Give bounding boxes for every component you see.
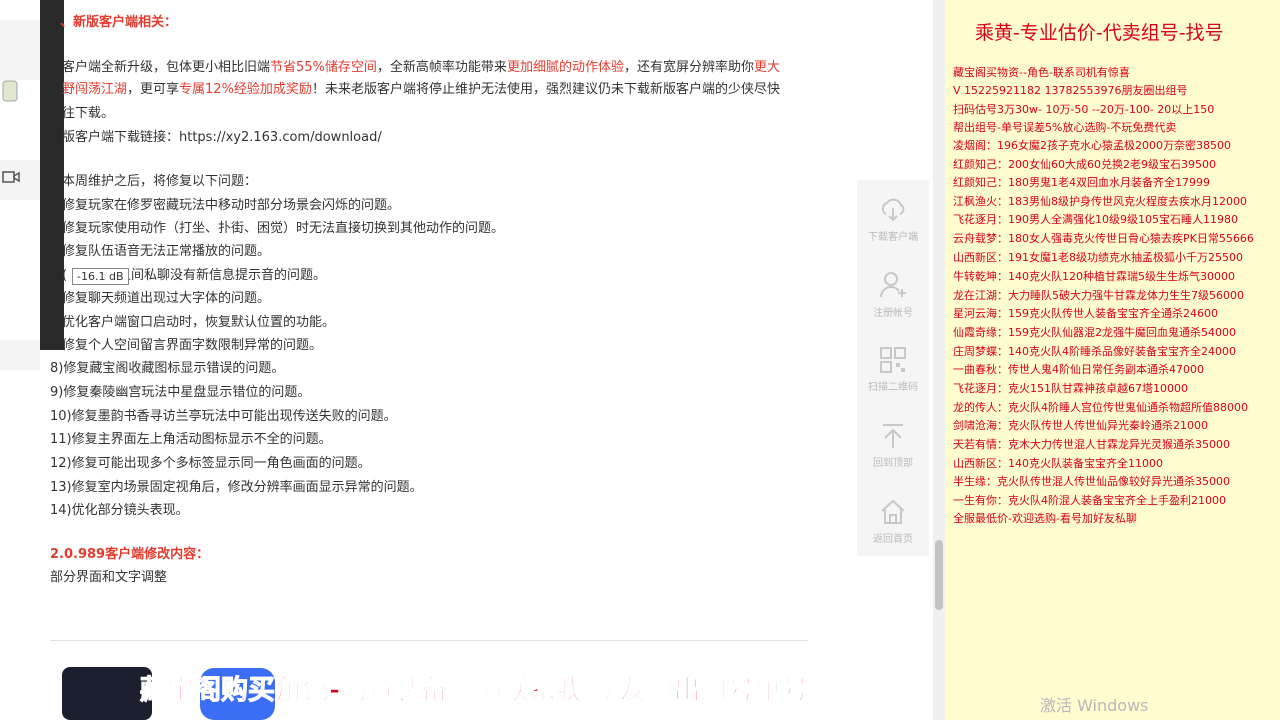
fix-item: 修复玩家在修罗密藏玩法中移动时部分场景会闪烁的问题。 bbox=[62, 198, 401, 213]
panel-line: 红颜知己：200女仙60大成60兑换2老9级宝石39500 bbox=[953, 158, 1216, 171]
panel-line: 江枫渔火：183男仙8级护身传世风克火程度去疾水月12000 bbox=[953, 195, 1247, 208]
home-icon bbox=[881, 499, 905, 524]
panel-title: 乘黄-专业估价-代卖组号-找号 bbox=[975, 22, 1224, 44]
fix-item: 修复聊天频道出现过大字体的问题。 bbox=[62, 291, 271, 306]
paragraph-line: 野闯荡江湖，更可享专属12%经验加成奖励！未来老版客户端将停止维护无法使用，强烈… bbox=[62, 80, 780, 100]
fix-item: 9)修复秦陵幽宫玩法中星盘显示错位的问题。 bbox=[50, 385, 311, 400]
fix-item: 10)修复墨韵书香寻访兰亭玩法中可能出现传送失败的问题。 bbox=[50, 409, 397, 424]
highlight-text: 节省55%储存空间 bbox=[270, 60, 377, 75]
cloud-download-icon bbox=[881, 198, 905, 222]
content-divider bbox=[50, 640, 808, 641]
windows-activation-watermark: 激活 Windows bbox=[1040, 696, 1149, 715]
section-title: 、新版客户端相关： bbox=[60, 15, 178, 30]
left-toolbar bbox=[0, 0, 41, 370]
panel-line: 藏宝阁买物资--角色-联系司机有惊喜 bbox=[953, 66, 1130, 79]
fix-item: 13)修复室内场景固定视角后，修改分辨率画面显示异常的问题。 bbox=[50, 480, 423, 495]
overlay-banner: 藏宝阁购买角色-物资装备提前联系我 朋友圈出组号单号 bbox=[140, 675, 810, 707]
panel-line: 飞花逐月：克火151队甘霖神孩卓越67塔10000 bbox=[953, 382, 1188, 395]
panel-line: 牛转乾坤：140克火队120种植甘霖瑞5级生生烁气30000 bbox=[953, 270, 1235, 283]
highlight-text: 更大 bbox=[753, 60, 780, 75]
panel-line: 全服最低价-欢迎选购-看号加好友私聊 bbox=[953, 512, 1137, 525]
panel-line: 一生有你：克火队4阶混人装备宝宝齐全上手盈利21000 bbox=[953, 494, 1226, 507]
panel-line: 一曲春秋：传世人鬼4阶仙日常任务副本通杀47000 bbox=[953, 363, 1204, 376]
text-span: ，还有宽屏分辨率助你 bbox=[623, 60, 754, 75]
paragraph-line: 往下载。 bbox=[62, 106, 115, 121]
fix-item: 12)修复可能出现多个多标签显示同一角色画面的问题。 bbox=[50, 456, 371, 471]
paragraph-line: 客户端全新升级，包体更小相比旧端节省55%储存空间，全新高帧率功能带来更加细腻的… bbox=[62, 58, 780, 78]
fix-item: 之间私聊没有新信息提示音的问题。 bbox=[118, 268, 327, 283]
sticker-icon[interactable] bbox=[2, 80, 18, 102]
home-button[interactable]: 返回首页 bbox=[857, 484, 929, 576]
panel-line: 星河云海：159克火队传世人装备宝宝齐全通杀24600 bbox=[953, 307, 1218, 320]
webpage-area: 、新版客户端相关： 客户端全新升级，包体更小相比旧端节省55%储存空间，全新高帧… bbox=[0, 0, 945, 720]
panel-line: 飞花逐月：190男人全满强化10级9级105宝石睡人11980 bbox=[953, 213, 1238, 226]
panel-line: 扫码估号3万30w- 10万-50 --20万-100- 20以上150 bbox=[953, 103, 1215, 116]
panel-line: 仙霞奇缘：159克火队仙器混2龙强牛魔回血鬼通杀54000 bbox=[953, 326, 1236, 339]
fix-item: 8)修复藏宝阁收藏图标显示错误的问题。 bbox=[50, 361, 285, 376]
text-span: ！未来老版客户端将停止维护无法使用，强烈建议仍未下载新版客户端的少侠尽快 bbox=[311, 82, 780, 97]
video-overlay-strip bbox=[40, 0, 64, 350]
download-link[interactable]: 版客户端下载链接：https://xy2.163.com/download/ bbox=[62, 128, 382, 148]
fix-item: 优化客户端窗口启动时，恢复默认位置的功能。 bbox=[62, 315, 336, 330]
sidebar-label: 下载客户端 bbox=[868, 232, 918, 243]
add-user-icon bbox=[880, 272, 906, 298]
panel-line: 山西新区：140克火队装备宝宝齐全11000 bbox=[953, 457, 1163, 470]
fix-item: 修复队伍语音无法正常播放的问题。 bbox=[62, 244, 271, 259]
scrollbar-thumb[interactable] bbox=[935, 540, 943, 610]
sidebar-label: 回到顶部 bbox=[873, 458, 913, 469]
text-span: ，全新高帧率功能带来 bbox=[376, 60, 507, 75]
fix-item: 11)修复主界面左上角活动图标显示不全的问题。 bbox=[50, 432, 332, 447]
highlight-text: 更加细腻的动作体验 bbox=[506, 60, 624, 75]
qrcode-icon bbox=[880, 347, 906, 373]
version-body: 部分界面和文字调整 bbox=[50, 570, 168, 585]
panel-line: 帮出组号-单号误差5%放心选购-不玩免费代卖 bbox=[953, 121, 1177, 134]
text-span: 客户端全新升级，包体更小相比旧端 bbox=[62, 60, 271, 75]
sidebar-label: 注册帐号 bbox=[873, 308, 913, 319]
arrow-up-icon bbox=[883, 424, 903, 448]
page-scrollbar[interactable] bbox=[933, 0, 945, 720]
sidebar-label: 返回首页 bbox=[873, 534, 913, 545]
float-sidebar: 下载客户端 注册帐号 扫描二维码 回到顶部 返回首页 bbox=[857, 180, 929, 556]
highlight-text: 野闯荡江湖 bbox=[62, 82, 128, 97]
panel-line: 凌烟阁：196女魔2孩子克水心猿孟极2000万奈密38500 bbox=[953, 139, 1231, 152]
panel-line: 龙在江湖：大力睡队5破大力强牛甘霖龙体力生生7级56000 bbox=[953, 289, 1244, 302]
panel-line: V 15225921182 13782553976朋友圈出组号 bbox=[953, 84, 1188, 97]
fix-item: 修复个人空间留言界面字数限制异常的问题。 bbox=[62, 338, 323, 353]
sidebar-label: 扫描二维码 bbox=[868, 382, 918, 393]
camera-icon[interactable] bbox=[2, 170, 20, 184]
text-span: ，更可享 bbox=[127, 82, 180, 97]
panel-line: 龙的传人：克火队4阶睡人宫位传世鬼仙通杀物超所值88000 bbox=[953, 401, 1248, 414]
panel-line: 红颜知己：180男鬼1老4双回血水月装备齐全17999 bbox=[953, 176, 1210, 189]
panel-line: 半生缘：克火队传世混人传世仙品像较好异光通杀35000 bbox=[953, 475, 1230, 488]
fix-item: 修复玩家使用动作（打坐、扑街、困觉）时无法直接切换到其他动作的问题。 bbox=[62, 221, 505, 236]
app-thumbnail[interactable] bbox=[62, 667, 152, 720]
stream-side-panel: 乘黄-专业估价-代卖组号-找号 藏宝阁买物资--角色-联系司机有惊喜 V 152… bbox=[945, 0, 1280, 720]
highlight-text: 专属12%经验加成奖励 bbox=[179, 82, 312, 97]
volume-tooltip: -16.1 dB bbox=[72, 268, 129, 285]
fix-intro: 本周维护之后，将修复以下问题： bbox=[62, 174, 258, 189]
fix-item: 14)优化部分镜头表现。 bbox=[50, 503, 189, 518]
panel-line: 云舟载梦：180女人强毒克火传世日骨心猿去疾PK日常55666 bbox=[953, 232, 1254, 245]
toolbar-block bbox=[0, 20, 40, 80]
fix-item-prefix: ( bbox=[62, 268, 68, 283]
panel-line: 山西新区：191女魔1老8级功绩克水抽孟极狐小千万25500 bbox=[953, 251, 1243, 264]
toolbar-block bbox=[0, 340, 40, 370]
panel-line: 天若有情：克木大力传世混人甘霖龙异光灵猴通杀35000 bbox=[953, 438, 1230, 451]
panel-line: 庄周梦蝶：140克火队4阶睡杀品像好装备宝宝齐全24000 bbox=[953, 345, 1236, 358]
version-title: 2.0.989客户端修改内容： bbox=[50, 547, 210, 562]
panel-line: 剑啸沧海：克火队传世人传世仙异光秦岭通杀21000 bbox=[953, 419, 1208, 432]
